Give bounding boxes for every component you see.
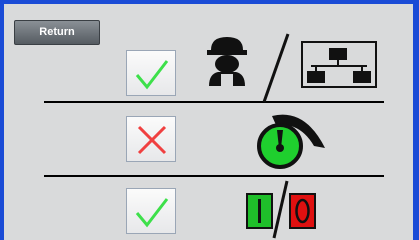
start-stop-icon [246,180,316,239]
row-divider-2 [44,175,384,177]
network-icon [301,41,377,88]
slash-separator-icon [262,33,290,103]
row-divider-1 [44,101,384,103]
cross-icon [137,125,167,155]
gauge-status [126,116,176,162]
checkmark-icon [135,60,169,90]
operator-network-status [126,50,176,96]
operator-icon [207,37,247,86]
checkmark-icon [135,198,169,228]
gauge-icon [257,114,325,169]
start-stop-status [126,188,176,234]
return-button[interactable]: Return [14,20,100,45]
